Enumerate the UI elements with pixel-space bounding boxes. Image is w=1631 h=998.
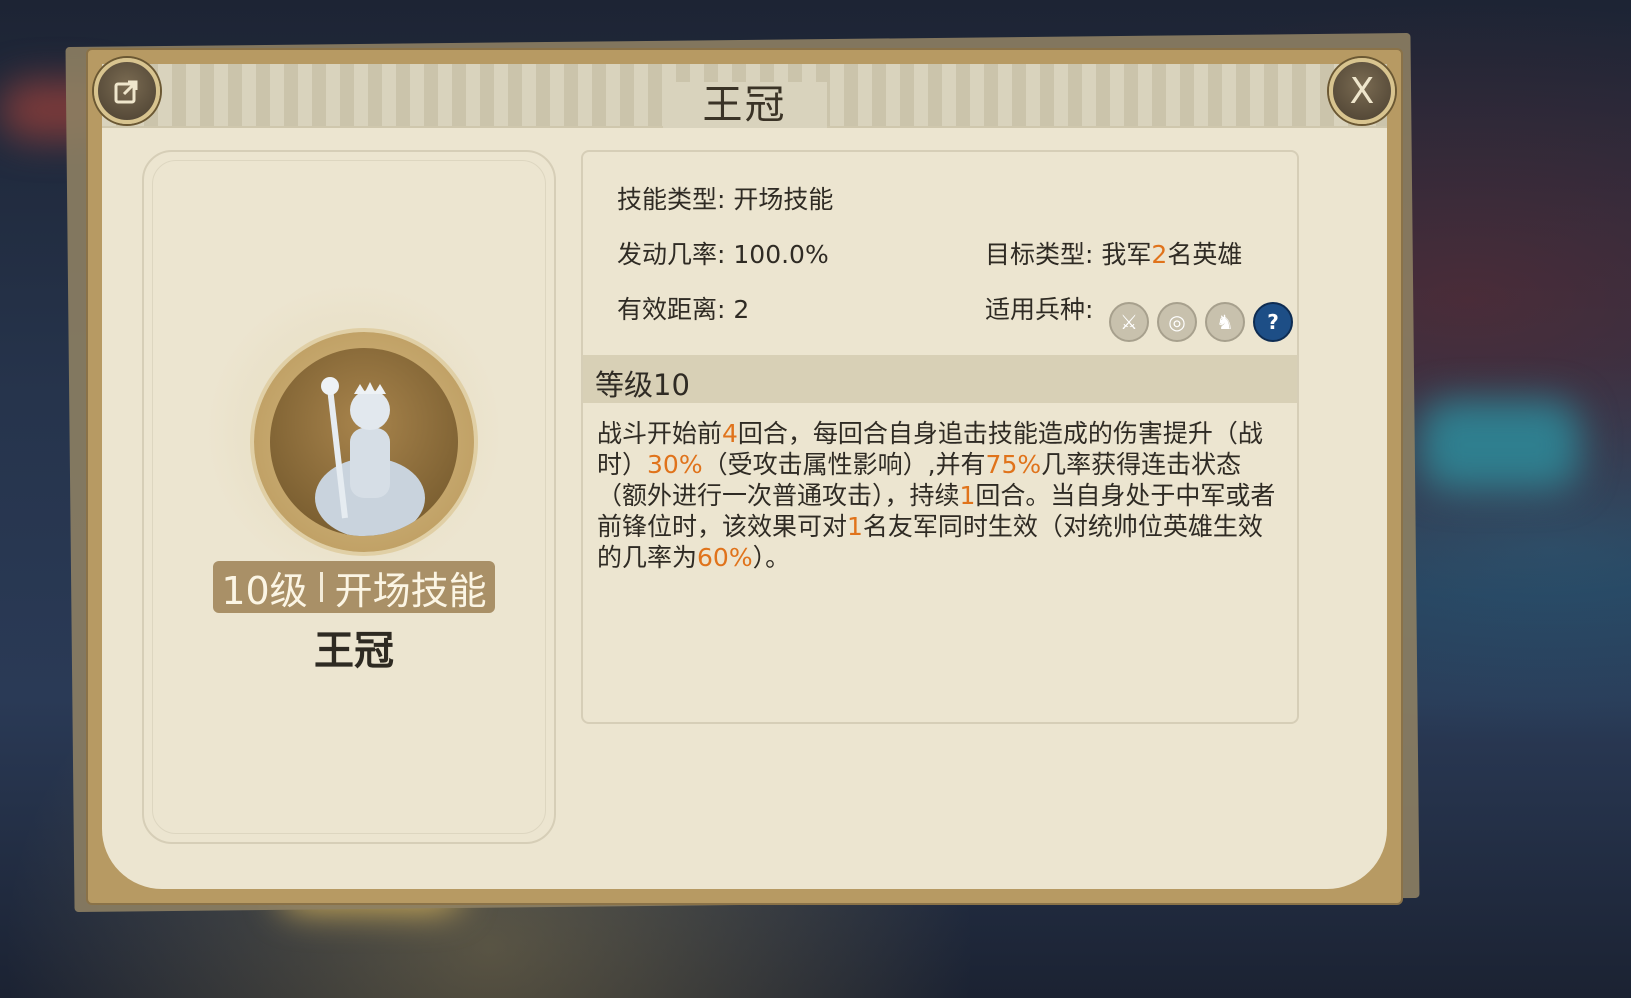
- share-icon: [114, 80, 138, 104]
- close-button[interactable]: X: [1329, 58, 1395, 124]
- background-blur-right: [1420, 400, 1580, 490]
- skill-info-panel: 技能类型: 开场技能 发动几率: 100.0% 目标类型: 我军2名英雄 有效距…: [581, 150, 1299, 724]
- troop-icons: ⚔ ◎ ♞ ?: [1109, 302, 1293, 342]
- help-icon[interactable]: ?: [1253, 302, 1293, 342]
- close-icon: X: [1349, 70, 1375, 112]
- skill-name: 王冠: [314, 628, 394, 674]
- range-value: 2: [733, 295, 750, 324]
- badge-separator: [319, 572, 323, 602]
- skill-medallion: [254, 332, 474, 552]
- horse-icon[interactable]: ♞: [1205, 302, 1245, 342]
- trigger-rate-label: 发动几率:: [617, 240, 726, 269]
- target-prefix: 我军: [1101, 240, 1152, 269]
- trigger-rate-value: 100.0%: [733, 240, 829, 269]
- grade-label: 等级10: [595, 368, 690, 402]
- range-row: 有效距离: 2: [617, 290, 749, 326]
- dialog-body: 王冠 X 10级 开场技能 王冠 技能类型: 开场技能 发动几率: 100.0%…: [94, 58, 1395, 889]
- skill-description: 战斗开始前4回合，每回合自身追击技能造成的伤害提升（战时）30%（受攻击属性影响…: [597, 419, 1276, 572]
- skill-card-panel: 10级 开场技能 王冠: [142, 150, 556, 844]
- target-count: 2: [1151, 240, 1168, 269]
- dialog-title: 王冠: [102, 72, 1387, 130]
- range-label: 有效距离:: [617, 295, 726, 324]
- share-button[interactable]: [94, 58, 160, 124]
- queen-statue-portrait: [270, 348, 458, 536]
- skill-type-label: 技能类型:: [617, 185, 726, 214]
- level-badge: 10级 开场技能: [213, 561, 495, 613]
- skill-type-value: 开场技能: [733, 185, 834, 214]
- sword-icon[interactable]: ⚔: [1109, 302, 1149, 342]
- troop-type-label: 适用兵种:: [985, 295, 1094, 324]
- skill-dialog: 王冠 X 10级 开场技能 王冠 技能类型: 开场技能 发动几率: 100.0%…: [88, 50, 1401, 903]
- level-text: 10级: [221, 568, 308, 613]
- trigger-rate-row: 发动几率: 100.0%: [617, 235, 829, 271]
- skill-type-row: 技能类型: 开场技能: [617, 180, 833, 216]
- target-type-row: 目标类型: 我军2名英雄: [985, 235, 1242, 271]
- grade-band: 等级10: [583, 355, 1297, 403]
- target-type-label: 目标类型:: [985, 240, 1094, 269]
- header-band: 王冠: [102, 64, 1387, 128]
- target-suffix: 名英雄: [1167, 240, 1243, 269]
- target-icon[interactable]: ◎: [1157, 302, 1197, 342]
- skill-type-text: 开场技能: [334, 568, 487, 613]
